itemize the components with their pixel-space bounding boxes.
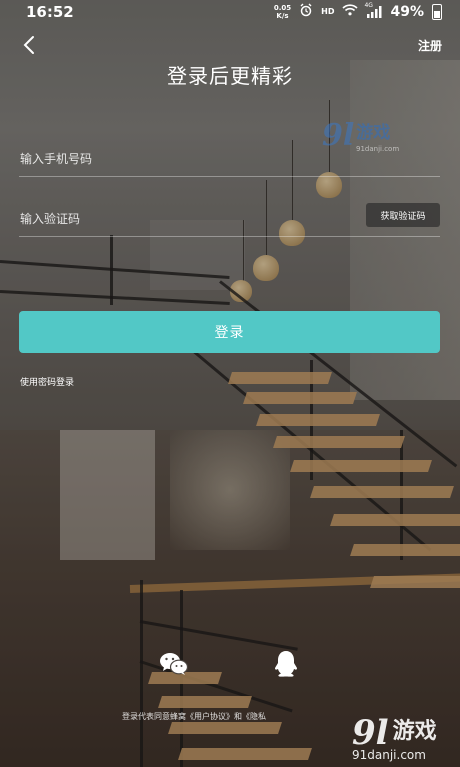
page-title: 登录后更精彩: [167, 64, 293, 88]
password-login-link[interactable]: 使用密码登录: [20, 375, 74, 388]
battery-percent: 49%: [390, 3, 424, 20]
alarm-icon: [299, 3, 313, 20]
user-agreement-link[interactable]: 《用户协议》: [186, 712, 234, 721]
network-speed: 0.05 K/s: [273, 3, 292, 20]
verification-code-input[interactable]: [20, 206, 350, 232]
privacy-policy-link[interactable]: 《隐私: [242, 712, 266, 721]
wechat-login-button[interactable]: [158, 648, 190, 680]
battery-icon: [432, 3, 442, 20]
register-button[interactable]: 注册: [418, 37, 442, 54]
phone-field: [19, 146, 440, 177]
chevron-left-icon: [23, 36, 34, 54]
back-button[interactable]: [14, 32, 44, 58]
wechat-icon: [160, 653, 189, 675]
status-bar: 16:52 0.05 K/s HD 4G 49%: [0, 0, 460, 24]
qq-icon: [275, 651, 297, 677]
login-button[interactable]: 登录: [19, 311, 440, 353]
wifi-icon: [342, 4, 359, 19]
get-code-button[interactable]: 获取验证码: [366, 203, 440, 227]
phone-input[interactable]: [20, 146, 350, 172]
watermark-logo-bottom: 9l 游戏 91danji.com: [352, 713, 437, 762]
agreement-text: 登录代表同意蜂窝《用户协议》和《隐私: [122, 712, 266, 721]
qq-login-button[interactable]: [270, 648, 302, 680]
hd-voice-indicator: HD: [321, 7, 335, 16]
status-time: 16:52: [26, 3, 74, 21]
cellular-signal-icon: 4G: [364, 2, 382, 18]
verification-code-field: 获取验证码: [19, 203, 440, 237]
